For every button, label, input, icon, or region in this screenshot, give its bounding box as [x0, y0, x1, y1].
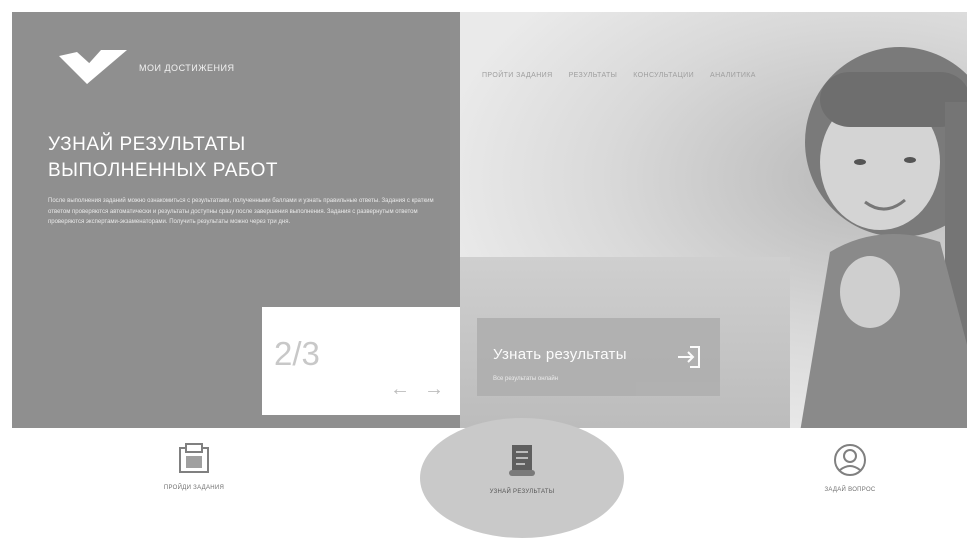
- tab-question-label: ЗАДАЙ ВОПРОС: [824, 487, 876, 493]
- scroll-document-icon: [509, 445, 535, 476]
- hero-title-line1: УЗНАЙ РЕЗУЛЬТАТЫ: [48, 134, 246, 155]
- girl-illustration: [800, 47, 967, 428]
- brand-name: МОИ ДОСТИЖЕНИЯ: [139, 63, 235, 73]
- results-button-subtitle: Все результаты онлайн: [493, 376, 559, 382]
- tab-tasks[interactable]: ПРОЙДИ ЗАДАНИЯ: [114, 428, 274, 509]
- hero-title-line2: ВЫПОЛНЕННЫХ РАБОТ: [48, 160, 279, 181]
- tab-question[interactable]: ЗАДАЙ ВОПРОС: [770, 428, 930, 509]
- top-nav: ПРОЙТИ ЗАДАНИЯ РЕЗУЛЬТАТЫ КОНСУЛЬТАЦИИ А…: [482, 72, 756, 79]
- nav-item-tasks[interactable]: ПРОЙТИ ЗАДАНИЯ: [482, 72, 553, 79]
- hero-title: УЗНАЙ РЕЗУЛЬТАТЫ ВЫПОЛНЕННЫХ РАБОТ: [48, 132, 428, 184]
- checkmark-logo-icon: [59, 50, 127, 84]
- tab-tasks-label: ПРОЙДИ ЗАДАНИЯ: [163, 485, 225, 491]
- slider-arrows: ← →: [390, 379, 444, 399]
- arrow-right-icon[interactable]: →: [424, 379, 444, 399]
- slide-counter-box: 2/3 ← →: [262, 307, 460, 415]
- tab-results-label: УЗНАЙ РЕЗУЛЬТАТЫ: [489, 489, 555, 495]
- results-button[interactable]: Узнать результаты Все результаты онлайн: [477, 318, 720, 396]
- results-button-label: Узнать результаты: [493, 346, 627, 363]
- hero-slider: МОИ ДОСТИЖЕНИЯ УЗНАЙ РЕЗУЛЬТАТЫ ВЫПОЛНЕН…: [12, 12, 967, 428]
- arrow-left-icon[interactable]: ←: [390, 379, 410, 399]
- nav-item-results[interactable]: РЕЗУЛЬТАТЫ: [569, 72, 618, 79]
- question-person-icon: [834, 444, 866, 476]
- brand-logo[interactable]: МОИ ДОСТИЖЕНИЯ: [57, 48, 235, 88]
- tasks-icon: [179, 443, 209, 473]
- nav-item-analytics[interactable]: АНАЛИТИКА: [710, 72, 756, 79]
- slide-counter: 2/3: [274, 335, 320, 372]
- tab-results[interactable]: УЗНАЙ РЕЗУЛЬТАТЫ: [420, 418, 624, 538]
- login-arrow-icon: [678, 346, 700, 368]
- bottom-tabs: ПРОЙДИ ЗАДАНИЯ УЗНАЙ РЕЗУЛЬТАТЫ ЗАДАЙ ВО…: [0, 418, 979, 538]
- nav-item-consultations[interactable]: КОНСУЛЬТАЦИИ: [633, 72, 694, 79]
- hero-description: После выполнения заданий можно ознакомит…: [48, 198, 434, 225]
